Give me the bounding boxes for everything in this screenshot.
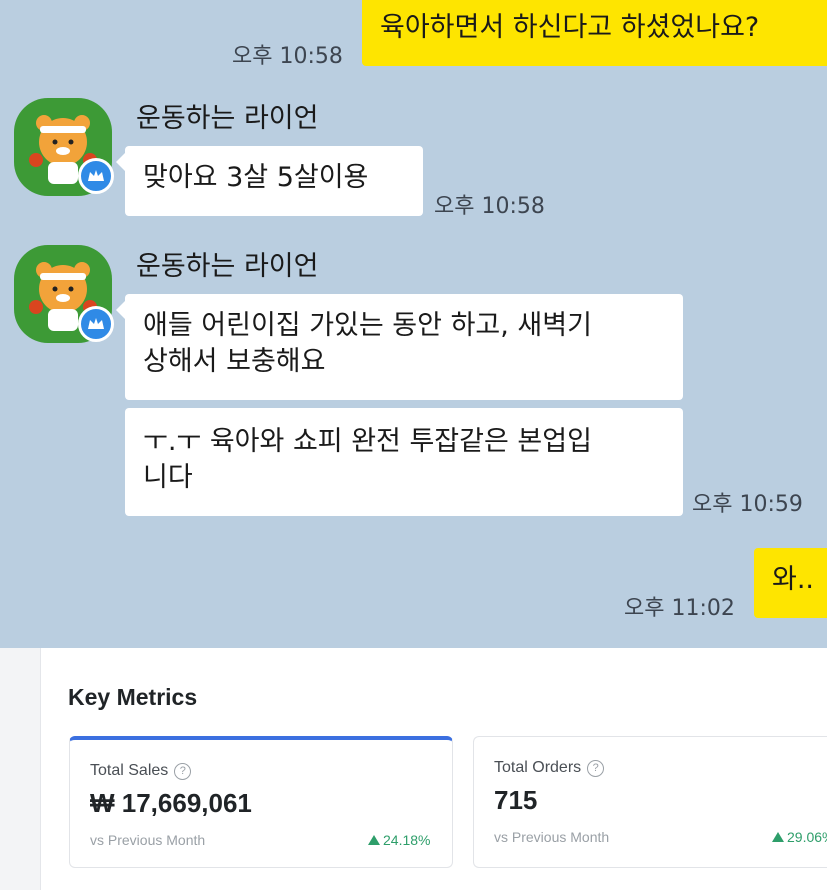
message-line: 니다 bbox=[143, 462, 193, 493]
message-line: ㅜ.ㅜ 육아와 쇼피 완전 투잡같은 본업입 bbox=[143, 426, 592, 457]
crown-badge-icon bbox=[78, 158, 114, 194]
message-line: 상해서 보충해요 bbox=[143, 346, 326, 377]
metric-change: 24.18% bbox=[368, 832, 430, 848]
message-time: 오후 11:02 bbox=[624, 596, 735, 621]
metric-card-total-sales[interactable]: Total Sales ? ₩ 17,669,061 vs Previous M… bbox=[69, 736, 453, 868]
crown-badge-icon bbox=[78, 306, 114, 342]
their-message-bubble[interactable]: 애들 어린이집 가있는 동안 하고, 새벽기 상해서 보충해요 bbox=[125, 294, 683, 400]
metric-label-text: Total Sales bbox=[90, 762, 169, 779]
metric-card-total-orders[interactable]: Total Orders ? 715 vs Previous Month 29.… bbox=[473, 736, 827, 868]
sender-name: 운동하는 라이언 bbox=[136, 251, 319, 282]
message-time: 오후 10:59 bbox=[692, 492, 803, 517]
chat-window: 오후 10:58 육아하면서 하신다고 하셨었나요? 운동하는 라이언 맞아요 … bbox=[0, 0, 827, 648]
metric-change: 29.06% bbox=[772, 829, 827, 845]
help-icon[interactable]: ? bbox=[174, 762, 192, 780]
triangle-up-icon bbox=[368, 835, 380, 845]
metric-compare: vs Previous Month bbox=[494, 829, 610, 845]
message-line: 애들 어린이집 가있는 동안 하고, 새벽기 bbox=[143, 310, 592, 341]
their-message-bubble[interactable]: ㅜ.ㅜ 육아와 쇼피 완전 투잡같은 본업입 니다 bbox=[125, 408, 683, 516]
help-icon[interactable]: ? bbox=[587, 759, 605, 777]
metric-compare: vs Previous Month bbox=[90, 832, 206, 848]
sender-name: 운동하는 라이언 bbox=[136, 103, 319, 134]
metric-change-value: 24.18% bbox=[383, 832, 431, 848]
my-message-bubble[interactable]: 육아하면서 하신다고 하셨었나요? bbox=[362, 0, 827, 66]
metrics-title: Key Metrics bbox=[68, 684, 198, 710]
message-time: 오후 10:58 bbox=[434, 194, 545, 219]
message-time: 오후 10:58 bbox=[232, 44, 343, 69]
metric-value: 715 bbox=[494, 785, 538, 815]
metric-label-text: Total Orders bbox=[494, 759, 582, 776]
their-message-bubble[interactable]: 맞아요 3살 5살이용 bbox=[125, 146, 423, 216]
my-message-bubble[interactable]: 와.. bbox=[754, 548, 827, 618]
metric-change-value: 29.06% bbox=[787, 829, 827, 845]
metric-label: Total Sales ? bbox=[90, 762, 192, 780]
triangle-up-icon bbox=[772, 832, 784, 842]
metric-value: ₩ 17,669,061 bbox=[90, 788, 252, 818]
metric-label: Total Orders ? bbox=[494, 759, 605, 777]
